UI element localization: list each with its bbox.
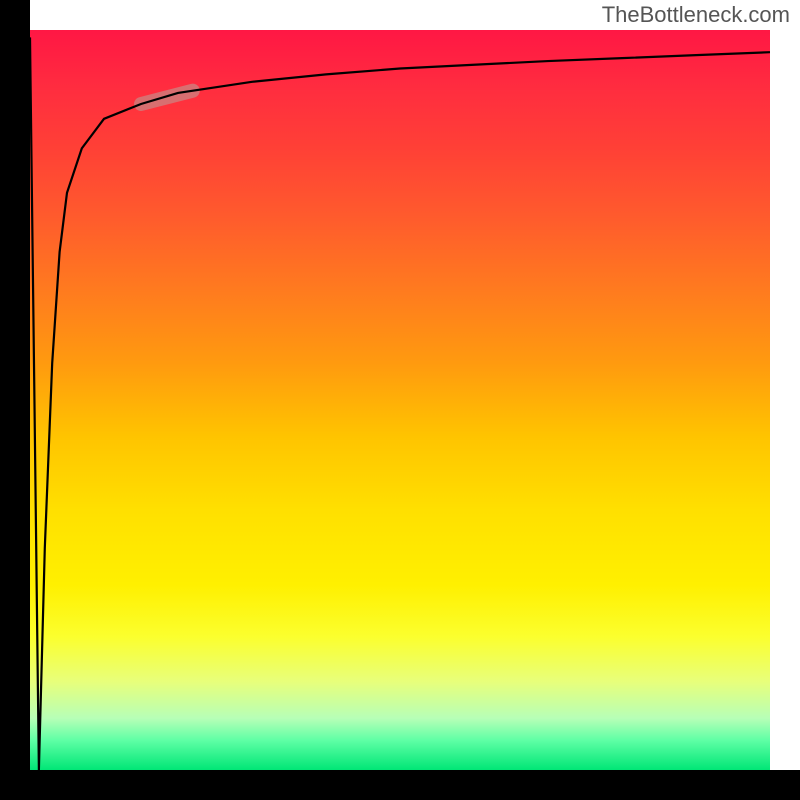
chart-container: TheBottleneck.com bbox=[0, 0, 800, 800]
y-axis bbox=[0, 0, 30, 800]
attribution-label: TheBottleneck.com bbox=[602, 2, 790, 28]
x-axis bbox=[0, 770, 800, 800]
plot-area bbox=[30, 30, 770, 770]
bottleneck-curve bbox=[30, 37, 770, 770]
curve-layer bbox=[30, 30, 770, 770]
